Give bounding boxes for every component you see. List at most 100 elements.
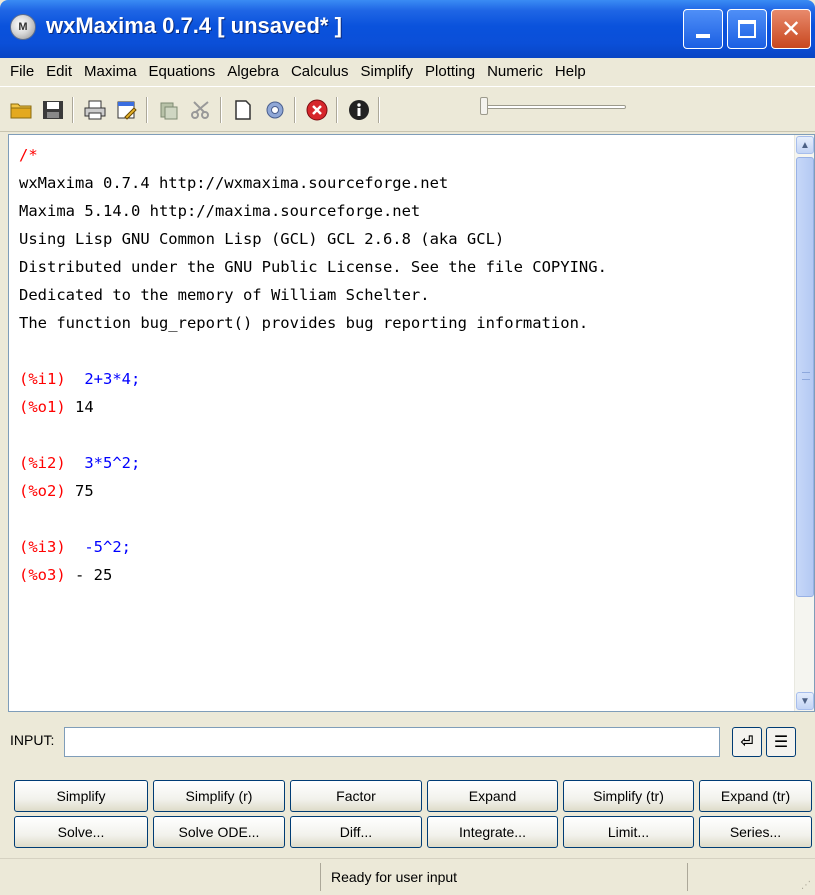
solve-ode-button[interactable]: Solve ODE... — [153, 816, 285, 848]
integrate-button[interactable]: Integrate... — [427, 816, 558, 848]
grip-icon — [802, 372, 810, 380]
resize-grip-icon[interactable]: ⋰ — [801, 880, 811, 891]
menu-file[interactable]: File — [4, 63, 40, 80]
enter-icon: ⏎ — [740, 734, 754, 751]
maximize-icon — [738, 20, 756, 38]
banner-line: Distributed under the GNU Public License… — [19, 258, 607, 276]
multiline-icon: ☰ — [773, 734, 789, 751]
window-title: wxMaxima 0.7.4 [ unsaved* ] — [46, 13, 342, 38]
simplify-tr-button[interactable]: Simplify (tr) — [563, 780, 694, 812]
input-label: (%i1) — [19, 370, 66, 388]
diff-button[interactable]: Diff... — [290, 816, 422, 848]
toolbar-separator — [378, 97, 380, 123]
new-document-icon — [235, 100, 251, 120]
preferences-icon — [117, 101, 137, 120]
settings-button[interactable] — [260, 95, 290, 125]
output-label: (%o3) — [19, 566, 66, 584]
minimize-button[interactable] — [683, 9, 723, 49]
status-bar: Ready for user input ⋰ — [0, 858, 815, 895]
banner-line: Using Lisp GNU Common Lisp (GCL) GCL 2.6… — [19, 230, 505, 248]
maximize-button[interactable] — [727, 9, 767, 49]
console-text: /* wxMaxima 0.7.4 http://wxmaxima.source… — [19, 141, 789, 589]
menu-calculus[interactable]: Calculus — [285, 63, 355, 80]
output-cell: (%o1) 14 — [19, 393, 789, 421]
menu-equations[interactable]: Equations — [143, 63, 222, 80]
toolbar-separator — [294, 97, 296, 123]
animation-slider-thumb[interactable] — [480, 97, 488, 115]
toolbar — [0, 86, 815, 132]
output-value: - 25 — [75, 566, 113, 584]
chevron-up-icon: ▲ — [800, 139, 810, 151]
cut-button[interactable] — [186, 95, 216, 125]
input-cell[interactable]: (%i3) -5^2; — [19, 533, 789, 561]
comment-open: /* — [19, 146, 38, 164]
animation-slider-track[interactable] — [484, 105, 626, 109]
title-bar[interactable]: M wxMaxima 0.7.4 [ unsaved* ] ✕ — [0, 0, 815, 58]
console-output[interactable]: /* wxMaxima 0.7.4 http://wxmaxima.source… — [8, 134, 815, 712]
enter-command-button[interactable]: ⏎ — [732, 727, 762, 757]
simplify-button[interactable]: Simplify — [14, 780, 148, 812]
input-row: INPUT: ⏎ ☰ — [0, 722, 815, 762]
toolbar-separator — [336, 97, 338, 123]
factor-button[interactable]: Factor — [290, 780, 422, 812]
limit-button[interactable]: Limit... — [563, 816, 694, 848]
multiline-input-button[interactable]: ☰ — [766, 727, 796, 757]
status-text: Ready for user input — [320, 863, 688, 891]
save-button[interactable] — [38, 95, 68, 125]
command-input[interactable] — [64, 727, 720, 757]
input-label: (%i2) — [19, 454, 66, 472]
menu-help[interactable]: Help — [549, 63, 592, 80]
copy-icon — [160, 102, 178, 120]
banner-line: The function bug_report() provides bug r… — [19, 314, 589, 332]
input-cell[interactable]: (%i2) 3*5^2; — [19, 449, 789, 477]
preferences-button[interactable] — [112, 95, 142, 125]
chevron-down-icon: ▼ — [800, 695, 810, 707]
output-label: (%o2) — [19, 482, 66, 500]
menu-simplify[interactable]: Simplify — [355, 63, 420, 80]
input-cell[interactable]: (%i1) 2+3*4; — [19, 365, 789, 393]
input-expression[interactable]: 2+3*4; — [84, 370, 140, 388]
toolbar-separator — [72, 97, 74, 123]
input-label: INPUT: — [10, 732, 55, 748]
wxmaxima-app-icon[interactable]: M — [10, 14, 36, 40]
expand-tr-button[interactable]: Expand (tr) — [699, 780, 812, 812]
print-button[interactable] — [80, 95, 110, 125]
scroll-thumb[interactable] — [796, 157, 814, 597]
menu-plotting[interactable]: Plotting — [419, 63, 481, 80]
banner-line: Maxima 5.14.0 http://maxima.sourceforge.… — [19, 202, 421, 220]
copy-button[interactable] — [154, 95, 184, 125]
scroll-down-button[interactable]: ▼ — [796, 692, 814, 710]
simplify-r-button[interactable]: Simplify (r) — [153, 780, 285, 812]
open-button[interactable] — [6, 95, 36, 125]
toolbar-separator — [220, 97, 222, 123]
output-cell: (%o2) 75 — [19, 477, 789, 505]
scroll-up-button[interactable]: ▲ — [796, 136, 814, 154]
output-value: 14 — [75, 398, 94, 416]
toolbar-separator — [146, 97, 148, 123]
banner-line: wxMaxima 0.7.4 http://wxmaxima.sourcefor… — [19, 174, 449, 192]
close-button[interactable]: ✕ — [771, 9, 811, 49]
solve-button[interactable]: Solve... — [14, 816, 148, 848]
vertical-scrollbar[interactable]: ▲ ▼ — [794, 135, 814, 711]
menu-edit[interactable]: Edit — [40, 63, 78, 80]
save-icon — [43, 101, 63, 119]
print-icon — [84, 100, 106, 120]
new-document-button[interactable] — [228, 95, 258, 125]
expand-button[interactable]: Expand — [427, 780, 558, 812]
menu-maxima[interactable]: Maxima — [78, 63, 143, 80]
interrupt-icon — [306, 99, 328, 121]
info-button[interactable] — [344, 95, 374, 125]
series-button[interactable]: Series... — [699, 816, 812, 848]
menu-numeric[interactable]: Numeric — [481, 63, 549, 80]
status-left-pane — [8, 863, 308, 891]
output-value: 75 — [75, 482, 94, 500]
output-cell: (%o3) - 25 — [19, 561, 789, 589]
output-label: (%o1) — [19, 398, 66, 416]
interrupt-button[interactable] — [302, 95, 332, 125]
menu-algebra[interactable]: Algebra — [221, 63, 285, 80]
input-expression[interactable]: 3*5^2; — [84, 454, 140, 472]
minimize-icon — [696, 34, 710, 38]
input-expression[interactable]: -5^2; — [84, 538, 131, 556]
input-label: (%i3) — [19, 538, 66, 556]
settings-gear-icon — [266, 101, 284, 119]
